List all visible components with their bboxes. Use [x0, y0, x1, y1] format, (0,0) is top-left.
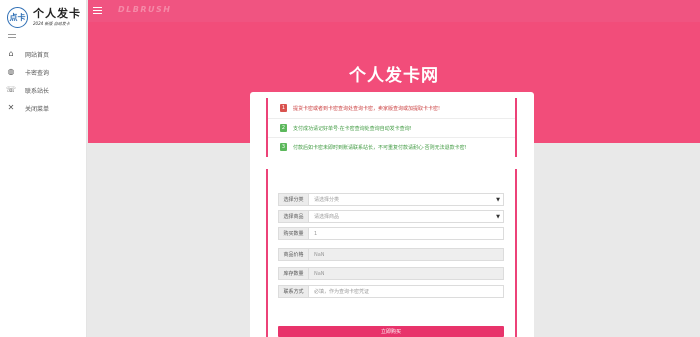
order-form-card: 选择分类 请选择分类 ▼ 选择商品 请选择商品 ▼ 购买数量 1 商品价格 NaN …	[250, 163, 534, 337]
field-label: 联系方式	[279, 286, 309, 297]
sidebar-item-label: 关闭菜单	[25, 105, 50, 113]
sidebar-item-query[interactable]: ◍ 卡密查询	[0, 63, 86, 81]
selected-value: 请选择商品	[314, 214, 340, 220]
stock-value: NaN	[309, 268, 503, 279]
top-bar: DLBRUSH	[88, 0, 700, 22]
sidebar-nav: ⌂ 网站首页 ◍ 卡密查询 ☏ 联系站长 ✕ 关闭菜单	[0, 45, 86, 117]
notice-list: 1 提货卡密或者到卡密查询处查询卡密，卖家版查询或加提取卡卡密! 2 支付成功请…	[266, 98, 517, 157]
caret-down-icon: ▼	[496, 197, 500, 203]
price-field: 商品价格 NaN	[278, 248, 504, 261]
product-select[interactable]: 选择商品 请选择商品 ▼	[278, 210, 504, 223]
sidebar: 点卡 个人发卡 2024 新版 自动发卡 ⌂ 网站首页 ◍ 卡密查询 ☏ 联系站…	[0, 0, 87, 337]
notice-number-badge: 1	[280, 104, 287, 112]
page-title: 个人发卡网	[349, 66, 439, 86]
notice-number-badge: 2	[280, 124, 287, 132]
notice-item: 1 提货卡密或者到卡密查询处查询卡密，卖家版查询或加提取卡卡密!	[270, 99, 513, 117]
notice-number-badge: 3	[280, 143, 287, 151]
contact-input[interactable]: 必填，作为查询卡密凭证	[309, 286, 503, 297]
caret-down-icon: ▼	[496, 214, 500, 220]
notice-card: 1 提货卡密或者到卡密查询处查询卡密，卖家版查询或加提取卡卡密! 2 支付成功请…	[250, 92, 534, 168]
sidebar-item-home[interactable]: ⌂ 网站首页	[0, 45, 86, 63]
category-select-value[interactable]: 请选择分类 ▼	[309, 194, 503, 205]
field-label: 选择分类	[279, 194, 309, 205]
logo-title: 个人发卡	[33, 6, 81, 20]
sidebar-item-label: 卡密查询	[25, 69, 50, 77]
site-logo[interactable]: 点卡 个人发卡 2024 新版 自动发卡	[0, 0, 86, 30]
notice-text: 付款后如卡密未即时到账请联系站长，不可重复付款请耐心·否则无法退款卡密!	[293, 144, 467, 151]
contact-field[interactable]: 联系方式 必填，作为查询卡密凭证	[278, 285, 504, 298]
sidebar-item-label: 网站首页	[25, 51, 50, 59]
globe-icon: ◍	[7, 67, 15, 76]
notice-item: 3 付款后如卡密未即时到账请联系站长，不可重复付款请耐心·否则无法退款卡密!	[270, 138, 513, 156]
logo-mark-icon: 点卡	[7, 6, 28, 28]
field-label: 购买数量	[279, 228, 309, 239]
field-label: 商品价格	[279, 249, 309, 260]
quantity-input[interactable]: 1	[309, 228, 503, 239]
notice-text: 支付成功请记好单号·在卡密查询处查询自动发卡查询!	[293, 125, 412, 132]
stock-field: 库存数量 NaN	[278, 267, 504, 280]
logo-subtitle: 2024 新版 自动发卡	[33, 20, 70, 26]
order-form: 选择分类 请选择分类 ▼ 选择商品 请选择商品 ▼ 购买数量 1 商品价格 NaN …	[266, 169, 517, 337]
selected-value: 请选择分类	[314, 197, 340, 203]
quantity-field[interactable]: 购买数量 1	[278, 227, 504, 240]
category-select[interactable]: 选择分类 请选择分类 ▼	[278, 193, 504, 206]
field-label: 库存数量	[279, 268, 309, 279]
menu-icon[interactable]	[93, 7, 102, 14]
notice-text: 提货卡密或者到卡密查询处查询卡密，卖家版查询或加提取卡卡密!	[293, 105, 441, 112]
field-label: 选择商品	[279, 211, 309, 222]
price-value: NaN	[309, 249, 503, 260]
sidebar-item-label: 联系站长	[25, 87, 50, 95]
home-icon: ⌂	[8, 49, 14, 58]
close-icon: ✕	[7, 103, 15, 112]
contact-icon: ☏	[6, 85, 17, 94]
sidebar-item-contact[interactable]: ☏ 联系站长	[0, 81, 86, 99]
sidebar-collapse-icon[interactable]	[8, 34, 18, 40]
sidebar-item-close[interactable]: ✕ 关闭菜单	[0, 99, 86, 117]
product-select-value[interactable]: 请选择商品 ▼	[309, 211, 503, 222]
notice-item: 2 支付成功请记好单号·在卡密查询处查询自动发卡查询!	[270, 119, 513, 137]
buy-now-button[interactable]: 立即购买	[278, 326, 504, 337]
brand-text: DLBRUSH	[118, 5, 172, 14]
